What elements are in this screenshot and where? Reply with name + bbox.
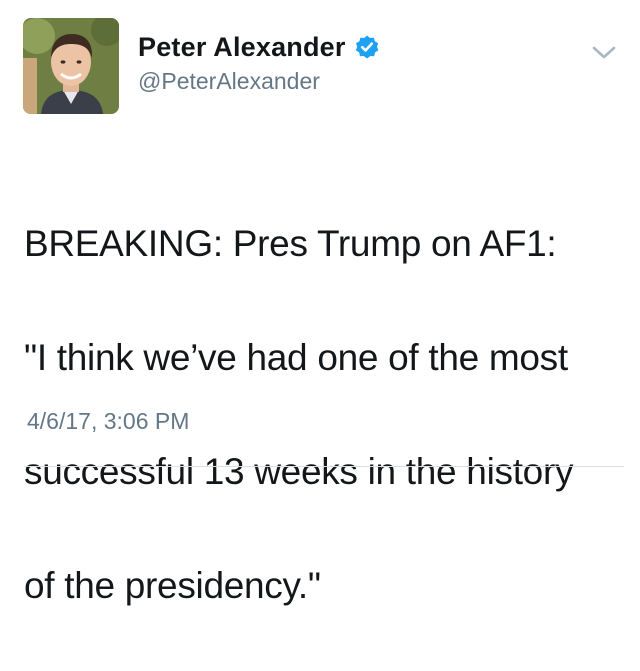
divider (24, 466, 624, 467)
display-name[interactable]: Peter Alexander (138, 32, 346, 63)
tweet-card: Peter Alexander @PeterAlexander BREAKING… (0, 0, 640, 606)
tweet-text-line: of the presidency." (24, 565, 321, 606)
tweet-text-line: successful 13 weeks in the history (24, 451, 574, 492)
user-info: Peter Alexander @PeterAlexander (138, 30, 380, 95)
tweet-text-line: BREAKING: Pres Trump on AF1: (24, 223, 557, 264)
tweet-timestamp[interactable]: 4/6/17, 3:06 PM (27, 408, 189, 435)
user-handle[interactable]: @PeterAlexander (138, 68, 380, 95)
avatar[interactable] (23, 18, 119, 114)
chevron-down-icon[interactable] (590, 44, 618, 62)
name-row: Peter Alexander (138, 30, 380, 64)
tweet-text-line: "I think we’ve had one of the most (24, 337, 568, 378)
verified-badge-icon (354, 34, 380, 60)
